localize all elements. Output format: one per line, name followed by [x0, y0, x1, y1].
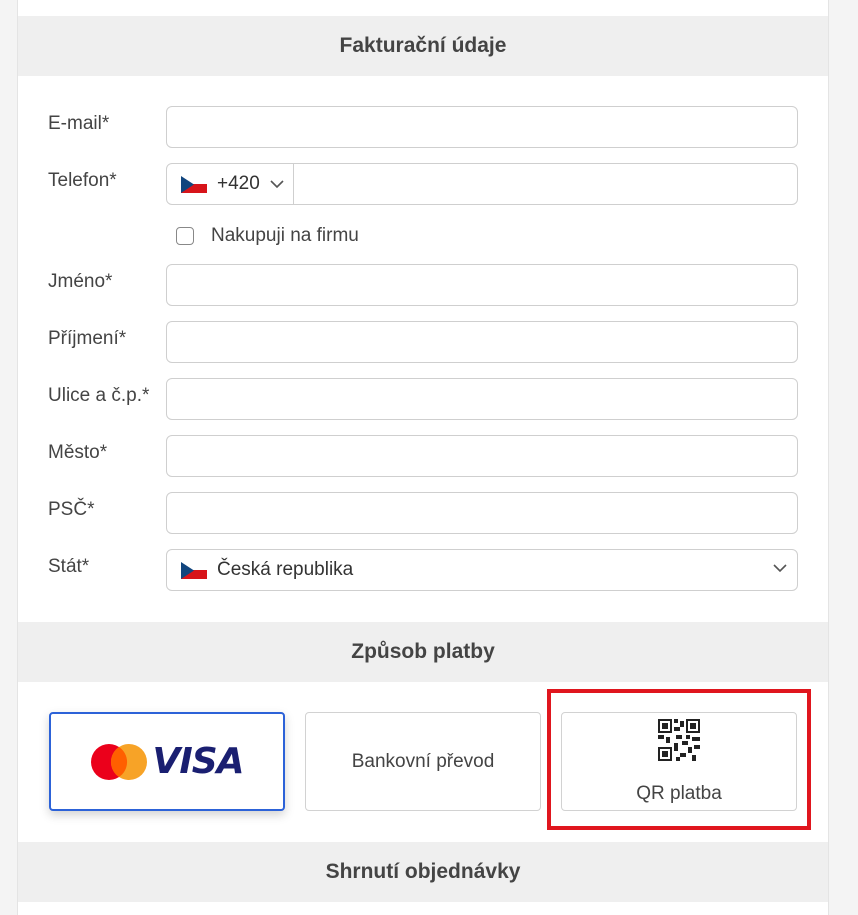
visa-logo: VISA — [152, 741, 244, 782]
qr-highlight-annotation — [547, 689, 811, 830]
street-field[interactable] — [166, 378, 798, 420]
company-checkbox[interactable] — [176, 227, 194, 245]
city-label: Město* — [48, 442, 108, 463]
summary-section-header: Shrnutí objednávky — [18, 842, 828, 902]
phone-prefix-value: +420 — [217, 173, 260, 194]
country-select[interactable]: Česká republika — [166, 549, 798, 591]
city-field[interactable] — [166, 435, 798, 477]
chevron-down-icon — [773, 560, 787, 576]
phone-label: Telefon* — [48, 170, 117, 191]
last-name-field[interactable] — [166, 321, 798, 363]
phone-field[interactable]: +420 — [166, 163, 798, 205]
summary-title: Shrnutí objednávky — [325, 860, 521, 883]
phone-prefix-select[interactable]: +420 — [167, 164, 294, 204]
billing-title: Fakturační údaje — [339, 34, 507, 57]
country-label: Stát* — [48, 556, 90, 577]
street-label: Ulice a č.p.* — [48, 385, 150, 406]
mastercard-logo — [90, 743, 148, 781]
email-field[interactable] — [166, 106, 798, 148]
last-name-label: Příjmení* — [48, 328, 127, 349]
chevron-down-icon — [270, 176, 284, 192]
billing-section-header: Fakturační údaje — [18, 16, 828, 76]
zip-field[interactable] — [166, 492, 798, 534]
card-payment-option[interactable]: VISA — [49, 712, 285, 811]
payment-section-header: Způsob platby — [18, 622, 828, 682]
czech-flag-icon — [181, 175, 207, 193]
bank-transfer-option[interactable]: Bankovní převod — [305, 712, 541, 811]
company-checkbox-label[interactable]: Nakupuji na firmu — [211, 225, 359, 247]
first-name-field[interactable] — [166, 264, 798, 306]
czech-flag-icon — [181, 561, 207, 579]
first-name-label: Jméno* — [48, 271, 113, 292]
country-value: Česká republika — [217, 559, 354, 580]
email-label: E-mail* — [48, 113, 110, 134]
zip-label: PSČ* — [48, 499, 95, 520]
payment-title: Způsob platby — [351, 640, 495, 663]
bank-transfer-label: Bankovní převod — [351, 750, 495, 772]
